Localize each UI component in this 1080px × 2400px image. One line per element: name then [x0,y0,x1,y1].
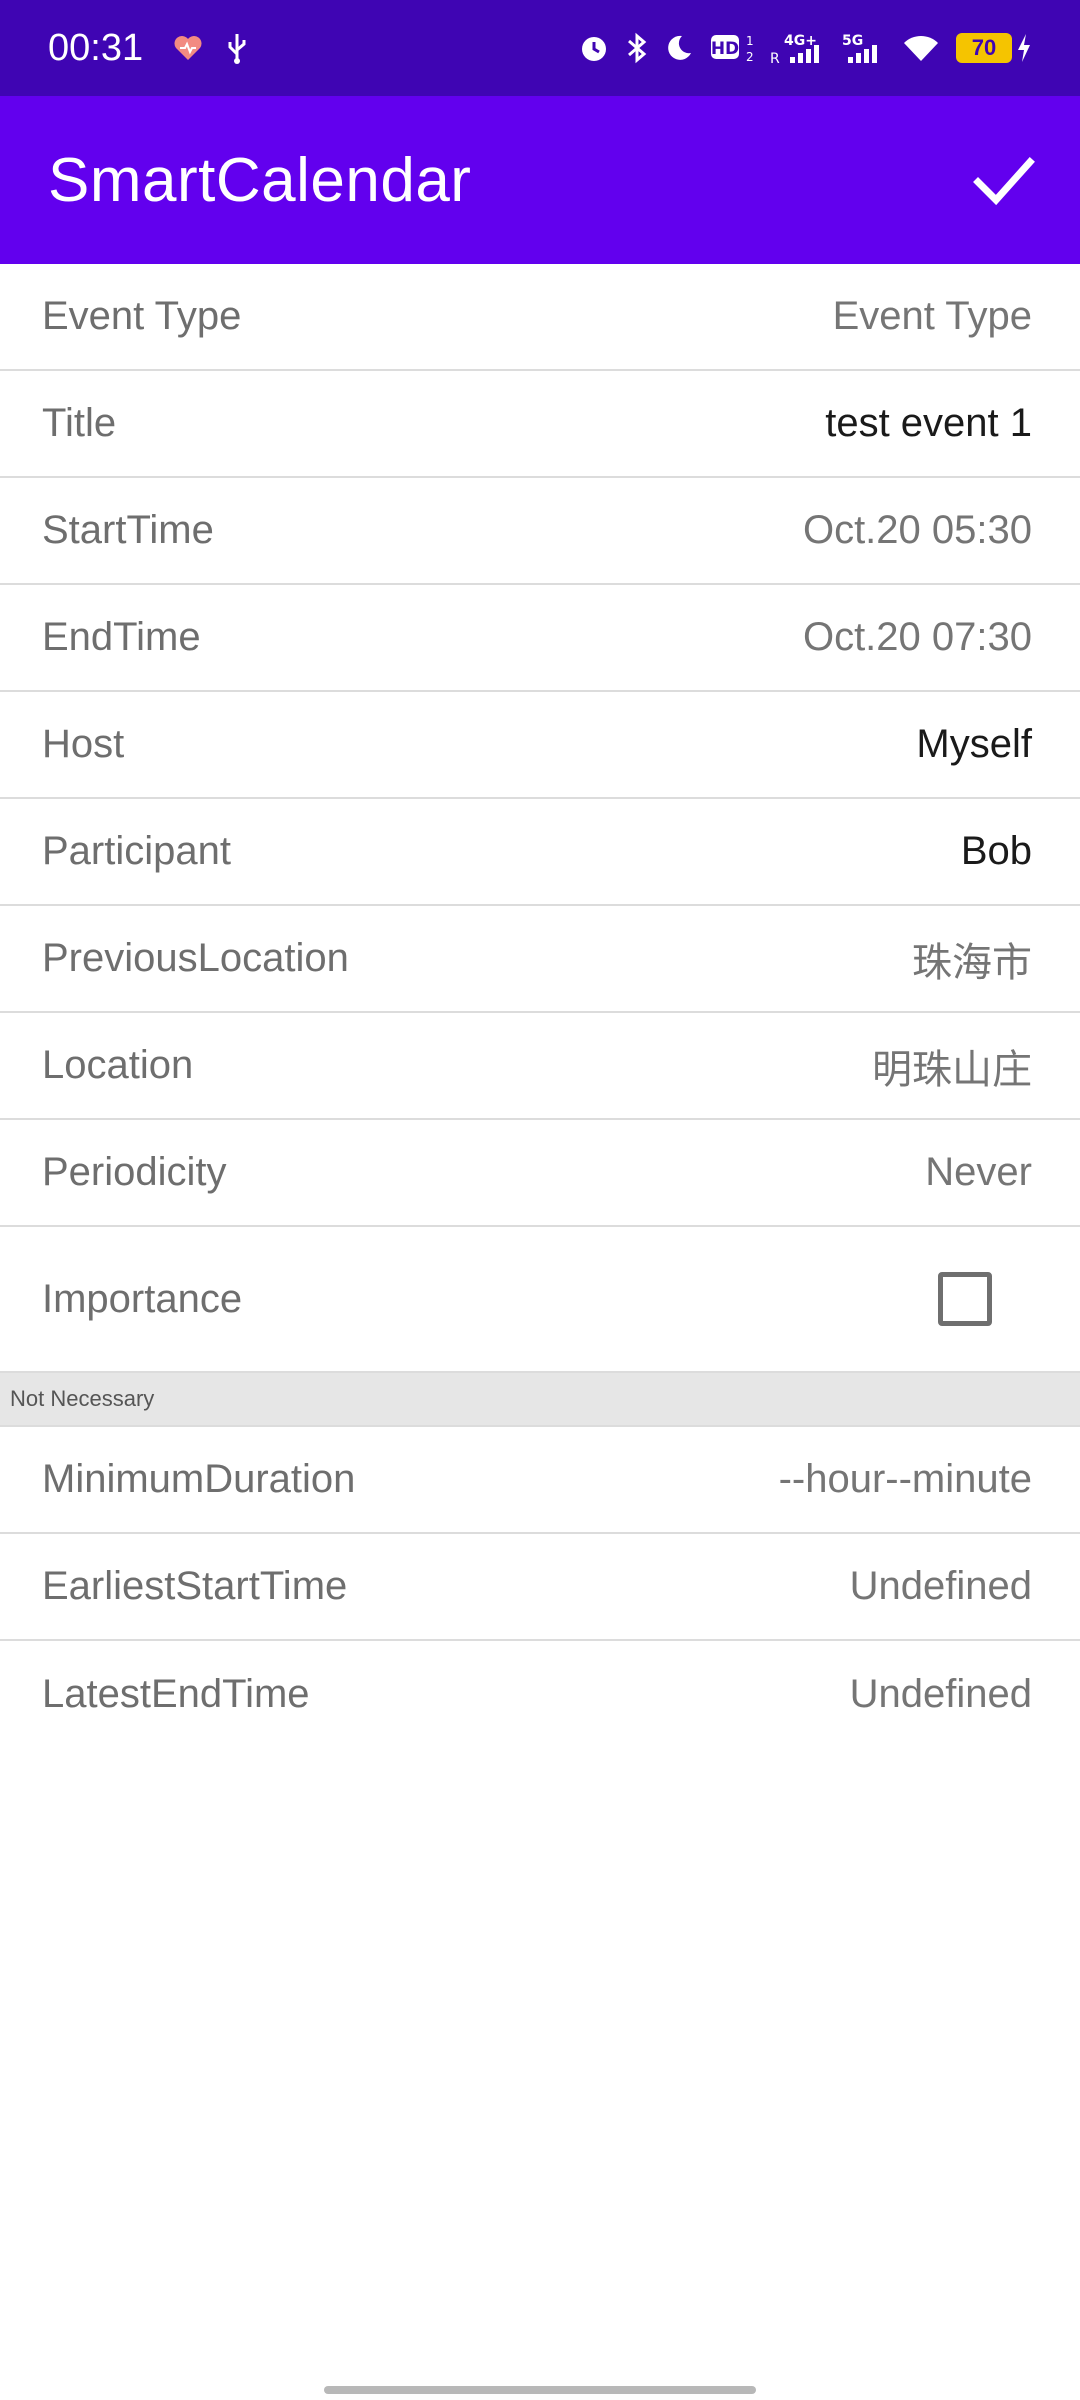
field-value: 珠海市 [912,940,1032,985]
field-label: PreviousLocation [42,936,349,980]
signal-icon-2: 5G [842,31,886,65]
field-event-type[interactable]: Event Type Event Type [0,264,1080,371]
field-label: Participant [42,829,231,873]
network-label-2: 5G [842,33,863,49]
field-value[interactable]: Bob [961,829,1032,874]
field-host[interactable]: Host Myself [0,692,1080,799]
section-header: Not Necessary [0,1373,1080,1427]
charging-icon [1018,34,1030,62]
app-bar: SmartCalendar [0,96,1080,264]
bluetooth-icon [626,32,648,64]
hd-icon: HD 1 2 [710,33,754,63]
field-value: --hour--minute [778,1457,1032,1501]
field-label: Event Type [42,294,242,338]
field-value: Oct.20 07:30 [802,615,1032,659]
field-title[interactable]: Title test event 1 [0,371,1080,478]
battery-icon: 70 [956,33,1032,63]
field-label: Periodicity [42,1150,227,1194]
network-label-1: 4G+ [784,33,817,49]
field-label: EndTime [42,615,201,659]
svg-text:R: R [770,51,780,65]
usb-icon [225,32,249,64]
alarm-icon [578,32,610,64]
field-periodicity[interactable]: Periodicity Never [0,1120,1080,1227]
field-value: Event Type [832,294,1032,338]
field-value: Oct.20 05:30 [802,508,1032,552]
battery-level: 70 [956,33,1012,63]
svg-text:HD: HD [711,39,739,59]
field-latest-end-time[interactable]: LatestEndTime Undefined [0,1641,1080,1748]
field-end-time[interactable]: EndTime Oct.20 07:30 [0,585,1080,692]
field-value: Never [925,1150,1032,1194]
field-label: Importance [42,1276,243,1321]
heart-icon [173,34,203,62]
svg-text:1: 1 [746,34,754,48]
moon-icon [664,33,694,63]
signal-icon: R 4G+ [770,31,826,65]
confirm-button[interactable] [956,132,1052,228]
field-label: StartTime [42,508,214,552]
home-indicator[interactable] [324,2386,756,2394]
status-right-icons: HD 1 2 R 4G+ 5G 70 [578,31,1032,65]
field-value: Undefined [849,1672,1032,1716]
field-label: MinimumDuration [42,1457,356,1501]
svg-text:2: 2 [746,50,754,63]
field-value[interactable]: Myself [916,722,1032,767]
importance-checkbox[interactable] [938,1272,992,1326]
field-previous-location[interactable]: PreviousLocation 珠海市 [0,906,1080,1013]
field-label: Location [42,1043,194,1087]
field-location[interactable]: Location 明珠山庄 [0,1013,1080,1120]
field-minimum-duration[interactable]: MinimumDuration --hour--minute [0,1427,1080,1534]
field-value: 明珠山庄 [872,1047,1032,1092]
app-title: SmartCalendar [48,145,472,215]
field-start-time[interactable]: StartTime Oct.20 05:30 [0,478,1080,585]
field-label: Host [42,722,125,766]
event-form: Event Type Event Type Title test event 1… [0,264,1080,1748]
field-participant[interactable]: Participant Bob [0,799,1080,906]
field-value: Undefined [849,1564,1032,1608]
status-time: 00:31 [48,26,144,69]
wifi-icon [902,33,940,63]
field-importance: Importance [0,1227,1080,1373]
field-label: LatestEndTime [42,1672,310,1716]
status-left-icons [173,32,249,64]
field-label: Title [42,401,117,445]
check-icon [973,157,1035,206]
field-label: EarliestStartTime [42,1564,348,1608]
status-bar: 00:31 HD 1 2 R 4G+ 5G 70 [0,0,1080,96]
field-value[interactable]: test event 1 [825,401,1032,446]
field-earliest-start-time[interactable]: EarliestStartTime Undefined [0,1534,1080,1641]
